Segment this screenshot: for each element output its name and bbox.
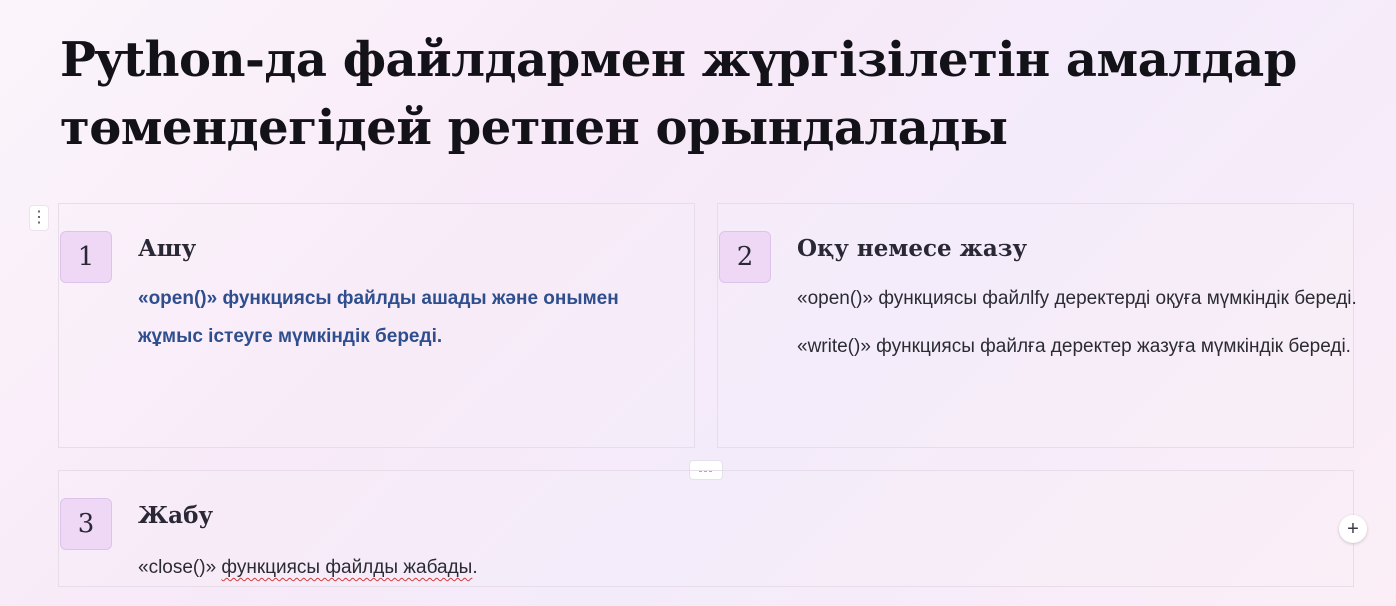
step-text-suffix: . xyxy=(472,557,478,578)
step-paragraph: «open()» функциясы файлды ашады және оны… xyxy=(138,288,619,347)
step-title: Ашу xyxy=(138,235,197,262)
spellcheck-flagged-text: функциясы файлды жабады xyxy=(221,557,473,578)
step-title: Жабу xyxy=(138,502,214,529)
page-title: Python-да файлдармен жүргізілетін амалда… xyxy=(60,32,1297,156)
drag-handle-icon[interactable]: ⋮ xyxy=(30,206,48,230)
step-title: Оқу немесе жазу xyxy=(797,235,1028,262)
add-block-button[interactable]: + xyxy=(1339,515,1367,543)
step-paragraph: «write()» функциясы файлға деректер жазу… xyxy=(797,336,1351,357)
step-paragraph: «open()» функциясы файлlfy деректерді оқ… xyxy=(797,288,1357,309)
step-number-badge: 3 xyxy=(60,498,112,550)
step-number-badge: 1 xyxy=(60,231,112,283)
step-card-read-write[interactable]: 2 Оқу немесе жазу «open()» функциясы фай… xyxy=(717,203,1357,448)
step-paragraph: «close()» функциясы файлды жабады. xyxy=(138,549,694,587)
step-text-prefix: «close()» xyxy=(138,557,222,578)
step-card-open[interactable]: 1 Ашу «open()» функциясы файлды ашады жә… xyxy=(58,203,695,448)
step-description: «open()» функциясы файлды ашады және оны… xyxy=(138,280,683,356)
step-card-close[interactable]: 3 Жабу «close()» функциясы файлды жабады… xyxy=(58,470,1354,587)
step-description: «close()» функциясы файлды жабады. xyxy=(138,549,694,587)
step-description: «open()» функциясы файлlfy деректерді оқ… xyxy=(797,280,1357,366)
step-number-badge: 2 xyxy=(719,231,771,283)
